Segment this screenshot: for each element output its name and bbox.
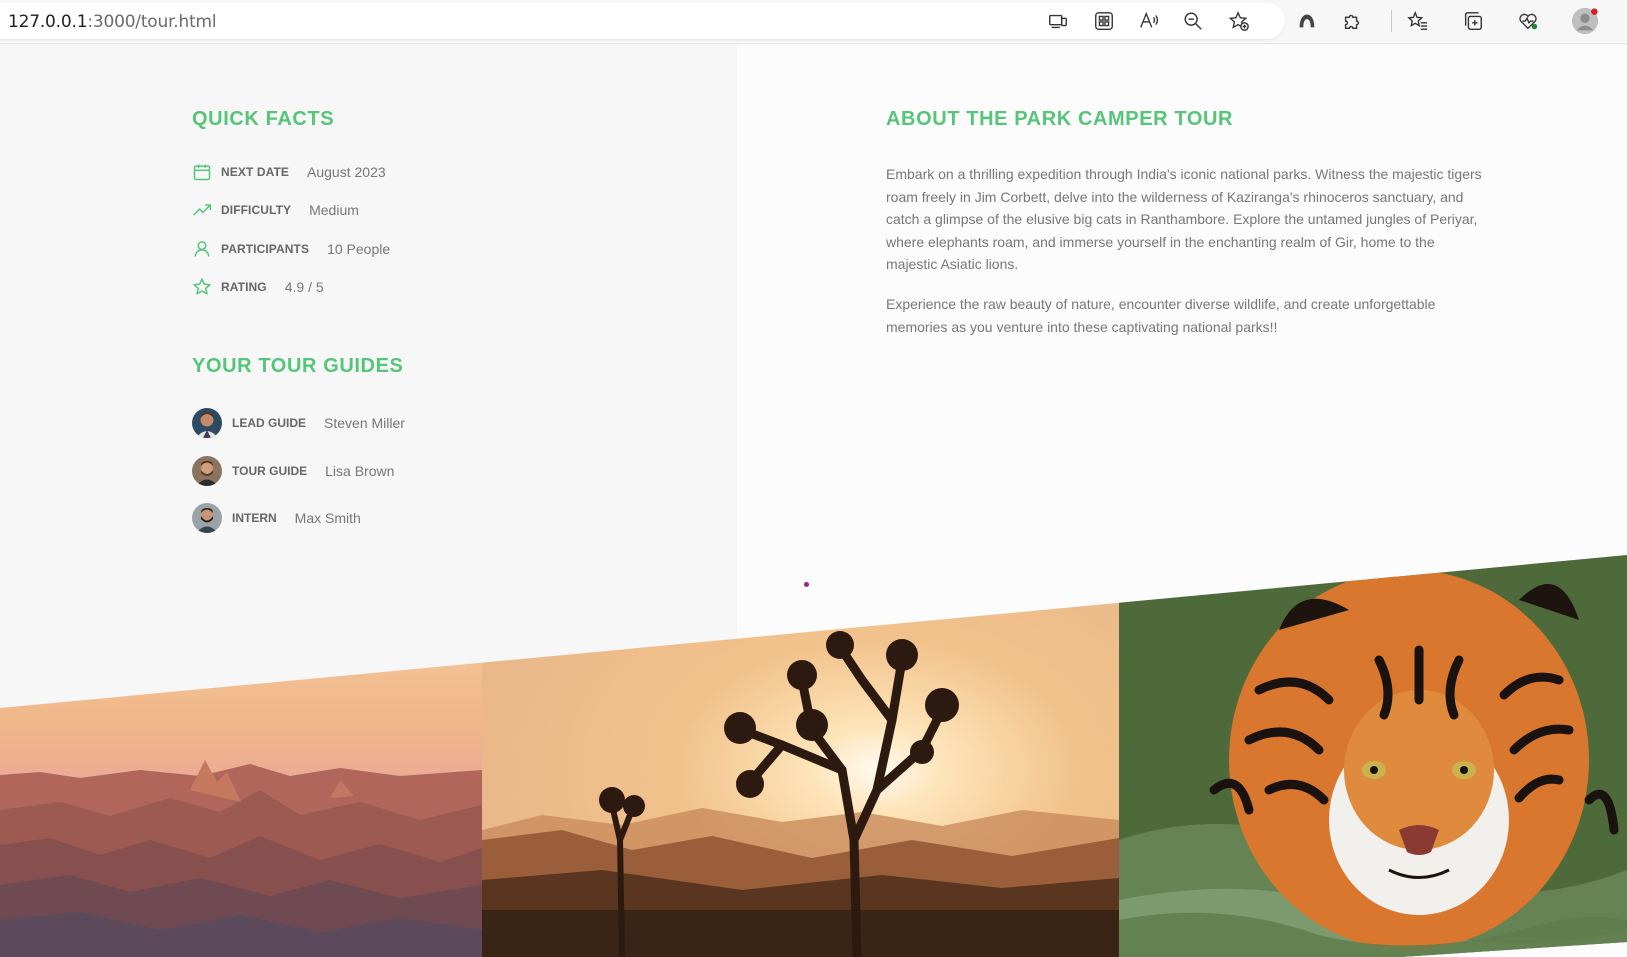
star-icon bbox=[192, 277, 212, 297]
tour-guides-heading: YOUR TOUR GUIDES bbox=[192, 355, 404, 377]
guide-role: INTERN bbox=[232, 511, 277, 525]
fact-label: RATING bbox=[221, 280, 267, 294]
guide-name: Steven Miller bbox=[324, 415, 405, 431]
about-paragraph: Embark on a thrilling expedition through… bbox=[886, 166, 1482, 272]
guide-name: Lisa Brown bbox=[325, 463, 395, 479]
url-text[interactable]: 127.0.0.1:3000/tour.html bbox=[8, 12, 217, 32]
device-icon[interactable] bbox=[1046, 9, 1070, 33]
guide-role: TOUR GUIDE bbox=[232, 464, 308, 478]
about-paragraph: Experience the raw beauty of nature, enc… bbox=[886, 296, 1436, 335]
cursor-dot bbox=[804, 582, 809, 587]
fact-next-date: NEXT DATE August 2023 bbox=[192, 160, 386, 184]
user-icon bbox=[192, 239, 212, 259]
extensions-icon[interactable] bbox=[1340, 9, 1364, 33]
profile-icon[interactable] bbox=[1570, 6, 1600, 36]
tiger-photo bbox=[1119, 555, 1627, 957]
guide-row: LEAD GUIDE Steven Miller bbox=[192, 408, 405, 438]
favorites-icon[interactable] bbox=[1406, 9, 1430, 33]
fact-label: NEXT DATE bbox=[221, 165, 290, 179]
about-heading: ABOUT THE PARK CAMPER TOUR bbox=[886, 108, 1234, 130]
fact-label: DIFFICULTY bbox=[221, 203, 292, 217]
toolbar-divider bbox=[1391, 10, 1392, 32]
avatar bbox=[192, 503, 222, 533]
quick-facts-heading: QUICK FACTS bbox=[192, 108, 335, 130]
browser-toolbar: 127.0.0.1:3000/tour.html bbox=[0, 0, 1627, 44]
fact-value: Medium bbox=[309, 202, 359, 218]
fact-value: 10 People bbox=[327, 241, 391, 257]
fact-value: August 2023 bbox=[307, 164, 386, 180]
fact-participants: PARTICIPANTS 10 People bbox=[192, 237, 390, 261]
collections-icon[interactable] bbox=[1461, 9, 1485, 33]
guide-role: LEAD GUIDE bbox=[232, 416, 307, 430]
trending-up-icon bbox=[192, 200, 212, 220]
browser-essentials-icon[interactable] bbox=[1516, 9, 1540, 33]
fact-label: PARTICIPANTS bbox=[221, 242, 310, 256]
add-favorite-icon[interactable] bbox=[1227, 9, 1251, 33]
read-aloud-icon[interactable] bbox=[1137, 9, 1161, 33]
avatar bbox=[192, 456, 222, 486]
fact-rating: RATING 4.9 / 5 bbox=[192, 275, 324, 299]
apps-icon[interactable] bbox=[1092, 9, 1116, 33]
copilot-icon[interactable] bbox=[1295, 9, 1319, 33]
guide-row: INTERN Max Smith bbox=[192, 503, 361, 533]
guide-name: Max Smith bbox=[294, 510, 361, 526]
fact-difficulty: DIFFICULTY Medium bbox=[192, 198, 359, 222]
zoom-out-icon[interactable] bbox=[1181, 9, 1205, 33]
calendar-icon bbox=[192, 162, 212, 182]
guide-row: TOUR GUIDE Lisa Brown bbox=[192, 456, 394, 486]
fact-value: 4.9 / 5 bbox=[284, 279, 324, 295]
avatar bbox=[192, 408, 222, 438]
